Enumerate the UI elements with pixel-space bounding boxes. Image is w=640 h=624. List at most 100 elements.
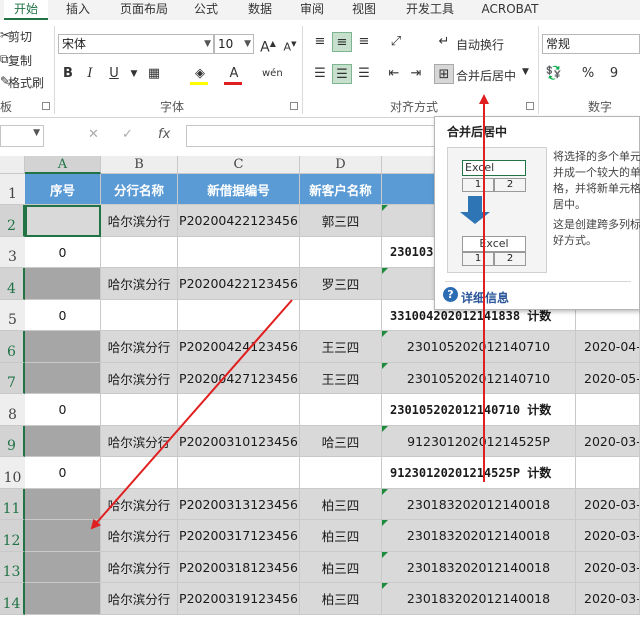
table-cell[interactable]: 230183202012140018: [382, 583, 576, 615]
row-header[interactable]: 1: [0, 174, 25, 205]
merge-center-button[interactable]: 合并后居中: [456, 67, 516, 84]
table-cell[interactable]: [178, 300, 300, 331]
table-cell[interactable]: 哈尔滨分行: [101, 426, 178, 457]
percent-button[interactable]: %: [578, 64, 598, 84]
column-header-c[interactable]: C: [178, 156, 300, 174]
tab-insert[interactable]: 插入: [58, 0, 98, 20]
table-cell[interactable]: [300, 457, 382, 489]
row-header[interactable]: 11: [0, 489, 25, 520]
alignment-launcher-icon[interactable]: [526, 102, 534, 110]
increase-indent-icon[interactable]: ⇥: [406, 64, 426, 84]
column-header-d[interactable]: D: [300, 156, 382, 174]
font-name-combo[interactable]: 宋体 ▼: [58, 34, 214, 54]
table-cell[interactable]: 柏三四: [300, 583, 382, 615]
row-header[interactable]: 10: [0, 457, 25, 489]
format-painter-button[interactable]: 格式刷: [8, 74, 44, 91]
table-cell[interactable]: 2020-04-: [576, 331, 640, 363]
table-cell[interactable]: 91230120201214525P: [382, 426, 576, 457]
tab-data[interactable]: 数据: [240, 0, 280, 20]
table-cell[interactable]: 哈尔滨分行: [101, 520, 178, 552]
italic-button[interactable]: I: [80, 64, 100, 84]
table-cell[interactable]: 230183202012140018: [382, 520, 576, 552]
align-top-icon[interactable]: ≡: [310, 32, 330, 52]
table-cell[interactable]: P20200427123456: [178, 363, 300, 394]
table-cell[interactable]: P20200318123456: [178, 552, 300, 583]
table-cell[interactable]: 0: [25, 394, 101, 426]
table-cell[interactable]: 2020-03-: [576, 426, 640, 457]
name-box[interactable]: ▼: [0, 125, 44, 147]
align-middle-icon[interactable]: ≡: [332, 32, 352, 52]
table-cell[interactable]: 0: [25, 300, 101, 331]
table-cell[interactable]: 哈尔滨分行: [101, 331, 178, 363]
table-cell[interactable]: [101, 457, 178, 489]
column-header-a[interactable]: A: [25, 156, 101, 174]
table-cell[interactable]: 柏三四: [300, 520, 382, 552]
table-cell[interactable]: [178, 394, 300, 426]
copy-button[interactable]: 复制: [8, 52, 32, 69]
table-cell[interactable]: 2020-05-: [576, 363, 640, 394]
clipboard-launcher-icon[interactable]: [42, 102, 50, 110]
number-format-combo[interactable]: 常规: [542, 34, 640, 54]
table-cell[interactable]: [25, 426, 101, 457]
row-header[interactable]: 9: [0, 426, 25, 457]
tab-acrobat[interactable]: ACROBAT: [476, 0, 544, 20]
align-bottom-icon[interactable]: ≡: [354, 32, 374, 52]
select-all-corner[interactable]: [0, 156, 25, 174]
table-cell[interactable]: 0: [25, 457, 101, 489]
table-cell[interactable]: 2020-03-: [576, 520, 640, 552]
table-cell[interactable]: [25, 489, 101, 520]
table-cell[interactable]: 罗三四: [300, 268, 382, 300]
table-header-cell[interactable]: 新客户名称: [300, 174, 382, 205]
table-cell[interactable]: 230183202012140018: [382, 489, 576, 520]
wrap-text-button[interactable]: 自动换行: [456, 36, 504, 53]
table-cell[interactable]: [178, 457, 300, 489]
underline-button[interactable]: U: [104, 64, 124, 84]
table-cell[interactable]: [101, 394, 178, 426]
row-header[interactable]: 6: [0, 331, 25, 363]
table-cell[interactable]: P20200317123456: [178, 520, 300, 552]
row-header[interactable]: 7: [0, 363, 25, 394]
table-cell[interactable]: 哈三四: [300, 426, 382, 457]
table-cell[interactable]: 2020-03-: [576, 489, 640, 520]
borders-icon[interactable]: ▦: [144, 64, 164, 84]
table-cell[interactable]: 230105202012140710 计数: [382, 394, 576, 426]
table-cell[interactable]: [300, 394, 382, 426]
row-header[interactable]: 2: [0, 205, 25, 237]
currency-icon[interactable]: 💱: [544, 64, 564, 84]
table-cell[interactable]: [25, 205, 101, 237]
table-cell[interactable]: 0: [25, 237, 101, 268]
table-cell[interactable]: [25, 331, 101, 363]
table-cell[interactable]: 2020-03-: [576, 552, 640, 583]
column-header-b[interactable]: B: [101, 156, 178, 174]
row-header[interactable]: 14: [0, 583, 25, 615]
font-launcher-icon[interactable]: [290, 102, 298, 110]
tooltip-more-info-link[interactable]: 详细信息: [461, 289, 509, 306]
fill-color-icon[interactable]: ◈: [190, 64, 210, 84]
table-header-cell[interactable]: 新借据编号: [178, 174, 300, 205]
table-cell[interactable]: 哈尔滨分行: [101, 552, 178, 583]
tab-view[interactable]: 视图: [344, 0, 384, 20]
grow-font-icon[interactable]: A▲: [258, 34, 278, 56]
table-cell[interactable]: 王三四: [300, 331, 382, 363]
table-cell[interactable]: P20200319123456: [178, 583, 300, 615]
bold-button[interactable]: B: [58, 64, 78, 84]
enter-icon[interactable]: ✓: [122, 127, 133, 142]
table-cell[interactable]: [25, 583, 101, 615]
row-header[interactable]: 4: [0, 268, 25, 300]
table-cell[interactable]: [178, 237, 300, 268]
table-cell[interactable]: P20200422123456: [178, 205, 300, 237]
table-cell[interactable]: 郭三四: [300, 205, 382, 237]
table-cell[interactable]: P20200313123456: [178, 489, 300, 520]
row-header[interactable]: 3: [0, 237, 25, 268]
tab-page-layout[interactable]: 页面布局: [112, 0, 176, 20]
table-header-cell[interactable]: 序号: [25, 174, 101, 205]
cancel-icon[interactable]: ✕: [88, 127, 99, 142]
table-cell[interactable]: [101, 237, 178, 268]
table-cell[interactable]: 柏三四: [300, 552, 382, 583]
table-cell[interactable]: 230183202012140018: [382, 552, 576, 583]
cut-button[interactable]: 剪切: [8, 28, 32, 45]
table-cell[interactable]: 哈尔滨分行: [101, 489, 178, 520]
table-cell[interactable]: 2020-03-: [576, 583, 640, 615]
font-color-icon[interactable]: A: [224, 64, 244, 84]
table-cell[interactable]: [101, 300, 178, 331]
